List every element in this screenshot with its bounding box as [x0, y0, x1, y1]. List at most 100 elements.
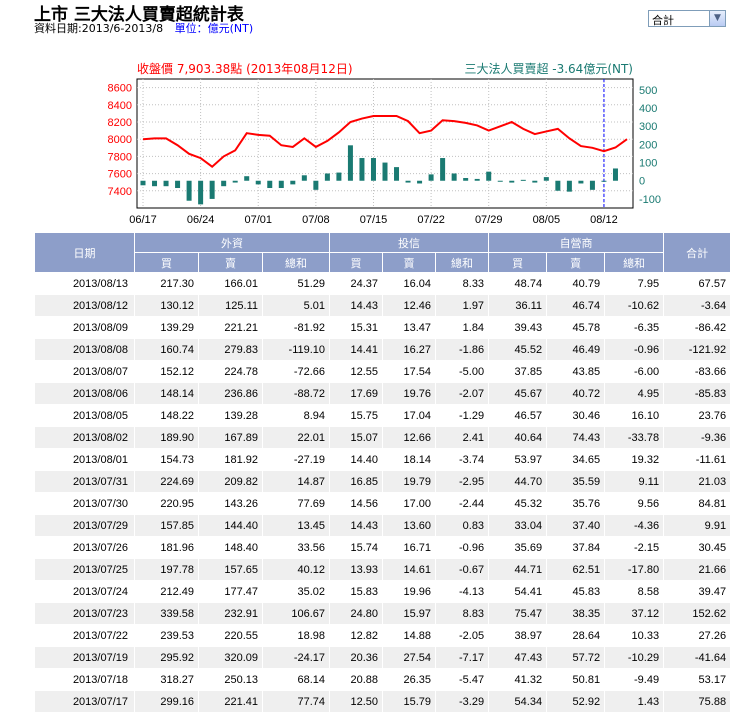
value-cell: -9.49 [604, 668, 665, 691]
table-row: 2013/07/25 197.78 157.65 40.12 13.93 14.61 -0.… [34, 558, 732, 581]
sub-header: 買 [329, 252, 384, 273]
table-row: 2013/07/22 239.53 220.55 18.98 12.82 14.88 -2.… [34, 624, 732, 647]
value-cell: 30.45 [663, 536, 732, 559]
right-tick-label: 100 [639, 158, 657, 170]
chevron-down-icon[interactable]: ▼ [709, 11, 725, 26]
value-cell: 46.49 [546, 338, 606, 361]
date-cell: 2013/07/29 [34, 514, 135, 537]
value-cell: 181.92 [198, 448, 263, 471]
market-select-value: 合計 [652, 14, 674, 27]
table-row: 2013/08/09 139.29 221.21 -81.92 15.31 13.47 1.… [34, 316, 732, 339]
value-cell: 39.47 [663, 580, 732, 603]
value-cell: 14.87 [262, 470, 331, 493]
table-header-row-sub: 買 賣 總和 買 賣 總和 買 賣 總和 [35, 252, 731, 273]
col-date-header: 日期 [34, 232, 135, 273]
value-cell: 19.76 [382, 382, 437, 405]
date-cell: 2013/08/07 [34, 360, 135, 383]
left-tick-label: 8400 [108, 100, 132, 112]
value-cell: 279.83 [198, 338, 263, 361]
value-cell: -1.29 [435, 404, 490, 427]
value-cell: -3.29 [435, 690, 490, 713]
value-cell: 34.65 [546, 448, 606, 471]
x-tick-label: 07/08 [302, 214, 330, 226]
date-cell: 2013/07/31 [34, 470, 135, 493]
value-cell: 212.49 [134, 580, 199, 603]
value-cell: 12.46 [382, 294, 437, 317]
value-cell: 236.86 [198, 382, 263, 405]
value-cell: 27.54 [382, 646, 437, 669]
value-cell: 26.35 [382, 668, 437, 691]
bar-net-buy [336, 172, 342, 181]
table-row: 2013/08/07 152.12 224.78 -72.66 12.55 17.54 -5… [34, 360, 732, 383]
value-cell: 318.27 [134, 668, 199, 691]
value-cell: -27.19 [262, 448, 331, 471]
value-cell: 15.31 [329, 316, 384, 339]
value-cell: 50.81 [546, 668, 606, 691]
value-cell: 54.41 [488, 580, 548, 603]
value-cell: 67.57 [663, 272, 732, 295]
sub-header: 賣 [546, 252, 606, 273]
value-cell: 13.47 [382, 316, 437, 339]
value-cell: -3.74 [435, 448, 490, 471]
value-cell: 20.88 [329, 668, 384, 691]
value-cell: -2.44 [435, 492, 490, 515]
value-cell: -72.66 [262, 360, 331, 383]
close-price-label: 收盤價 7,903.38點 (2013年08月12日) [137, 62, 353, 76]
value-cell: 14.88 [382, 624, 437, 647]
value-cell: 84.81 [663, 492, 732, 515]
value-cell: 12.66 [382, 426, 437, 449]
bar-net-buy [451, 173, 457, 181]
value-cell: 295.92 [134, 646, 199, 669]
value-cell: 154.73 [134, 448, 199, 471]
value-cell: 339.58 [134, 602, 199, 625]
value-cell: -0.96 [435, 536, 490, 559]
value-cell: 148.40 [198, 536, 263, 559]
market-select[interactable]: 合計 ▼ [648, 10, 726, 27]
value-cell: 152.62 [663, 602, 732, 625]
stats-table: 日期 外資 投信 自營商 合計 買 賣 總和 買 賣 總和 買 賣 總和 201… [34, 232, 732, 713]
bar-net-buy [209, 180, 215, 199]
bar-net-buy [601, 180, 607, 182]
value-cell: 35.76 [546, 492, 606, 515]
value-cell: 16.04 [382, 272, 437, 295]
x-tick-label: 07/22 [417, 214, 445, 226]
value-cell: -2.15 [604, 536, 665, 559]
value-cell: 15.79 [382, 690, 437, 713]
value-cell: -5.00 [435, 360, 490, 383]
bar-net-buy [324, 173, 330, 181]
value-cell: 220.95 [134, 492, 199, 515]
value-cell: 15.75 [329, 404, 384, 427]
value-cell: 14.43 [329, 294, 384, 317]
value-cell: 299.16 [134, 690, 199, 713]
bar-net-buy [612, 168, 618, 181]
sub-header: 賣 [198, 252, 263, 273]
value-cell: 30.46 [546, 404, 606, 427]
date-cell: 2013/08/08 [34, 338, 135, 361]
value-cell: 16.85 [329, 470, 384, 493]
value-cell: -24.17 [262, 646, 331, 669]
bar-net-buy [175, 180, 181, 189]
table-header-row-top: 日期 外資 投信 自營商 合計 [34, 232, 732, 273]
date-cell: 2013/07/25 [34, 558, 135, 581]
value-cell: 77.69 [262, 492, 331, 515]
value-cell: 16.27 [382, 338, 437, 361]
value-cell: 12.55 [329, 360, 384, 383]
value-cell: 54.34 [488, 690, 548, 713]
bar-net-buy [290, 180, 296, 185]
value-cell: 7.95 [604, 272, 665, 295]
value-cell: 13.93 [329, 558, 384, 581]
col-dealer-header: 自營商 [488, 232, 665, 253]
col-trust-header: 投信 [329, 232, 490, 253]
value-cell: 106.67 [262, 602, 331, 625]
value-cell: 14.40 [329, 448, 384, 471]
value-cell: -4.36 [604, 514, 665, 537]
value-cell: 38.97 [488, 624, 548, 647]
value-cell: 8.94 [262, 404, 331, 427]
value-cell: 37.40 [546, 514, 606, 537]
value-cell: 21.66 [663, 558, 732, 581]
value-cell: 9.11 [604, 470, 665, 493]
value-cell: 40.72 [546, 382, 606, 405]
x-tick-label: 07/29 [475, 214, 503, 226]
table-row: 2013/08/05 148.22 139.28 8.94 15.75 17.04 -1.2… [34, 404, 732, 427]
value-cell: 143.26 [198, 492, 263, 515]
